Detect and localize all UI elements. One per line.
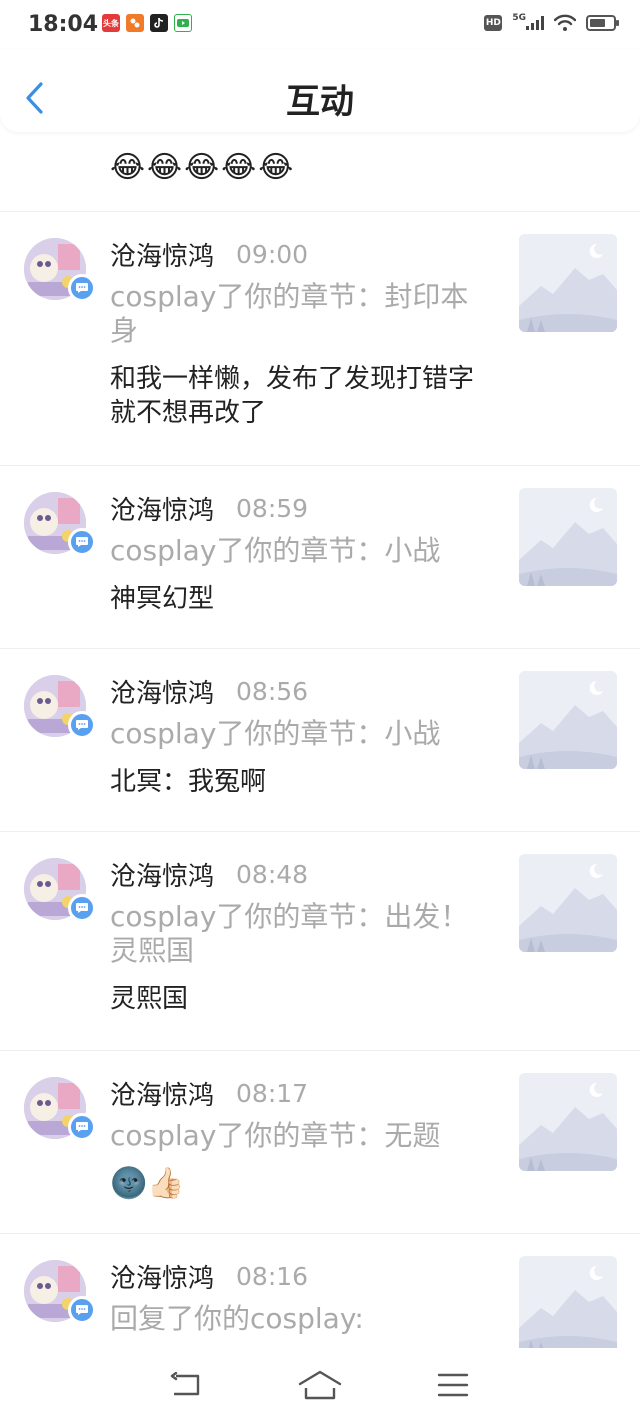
chapter-thumbnail[interactable] — [519, 854, 617, 952]
avatar[interactable] — [24, 1260, 96, 1330]
list-item[interactable]: 沧海惊鸿 08:48 cosplay了你的章节：出发！灵熙国 灵熙国 — [0, 832, 640, 1051]
avatar[interactable] — [24, 238, 96, 308]
timestamp: 08:16 — [236, 1261, 309, 1291]
tiktok-icon — [150, 14, 168, 32]
header: 互动 — [0, 50, 640, 132]
username[interactable]: 沧海惊鸿 — [110, 673, 214, 710]
wifi-icon — [554, 14, 576, 31]
activity-description: cosplay了你的章节：封印本身 — [110, 280, 469, 347]
hd-badge: HD — [484, 15, 503, 31]
comment-text: 😂😂😂😂😂 — [110, 150, 296, 185]
timestamp: 08:59 — [236, 493, 309, 523]
avatar[interactable] — [24, 1077, 96, 1147]
comment-badge-icon — [68, 894, 96, 922]
home-icon — [298, 1370, 342, 1400]
status-time: 18:04 — [28, 12, 99, 37]
timestamp: 09:00 — [236, 239, 309, 269]
interaction-feed[interactable]: 😂😂😂😂😂 沧海惊鸿 09:00 cosplay了你的章节：封印本身 和我一样懒… — [0, 132, 640, 1348]
comment-text: 北冥：我冤啊 — [110, 767, 267, 797]
nav-home-button[interactable] — [295, 1365, 345, 1405]
avatar[interactable] — [24, 858, 96, 928]
comment-text: 灵熙国 — [110, 984, 189, 1014]
avatar[interactable] — [24, 675, 96, 745]
nav-back-button[interactable] — [162, 1365, 212, 1405]
username[interactable]: 沧海惊鸿 — [110, 236, 214, 273]
status-indicators: HD 5G — [484, 13, 619, 32]
timestamp: 08:56 — [236, 676, 309, 706]
timestamp: 08:48 — [236, 859, 309, 889]
comment-badge-icon — [68, 1113, 96, 1141]
list-item[interactable]: 沧海惊鸿 09:00 cosplay了你的章节：封印本身 和我一样懒，发布了发现… — [0, 212, 640, 466]
timestamp: 08:17 — [236, 1078, 309, 1108]
page-title: 互动 — [286, 82, 354, 122]
comment-text: 神冥幻型 — [110, 584, 215, 614]
chapter-thumbnail[interactable] — [519, 1073, 617, 1171]
comment-badge-icon — [68, 711, 96, 739]
battery-icon — [586, 15, 619, 31]
comment-badge-icon — [68, 1296, 96, 1324]
activity-description: cosplay了你的章节：无题 — [110, 1119, 441, 1152]
chapter-thumbnail[interactable] — [519, 488, 617, 586]
activity-description: cosplay了你的章节：出发！灵熙国 — [110, 900, 469, 967]
activity-description: cosplay了你的章节：小战 — [110, 534, 441, 567]
nav-menu-button[interactable] — [428, 1365, 478, 1405]
network-type: 5G — [512, 13, 526, 23]
comment-text: 和我一样懒，发布了发现打错字就不想再改了 — [110, 364, 475, 428]
list-item[interactable]: 沧海惊鸿 08:59 cosplay了你的章节：小战 神冥幻型 — [0, 466, 640, 649]
iqiyi-icon — [174, 14, 192, 32]
username[interactable]: 沧海惊鸿 — [110, 1258, 214, 1295]
username[interactable]: 沧海惊鸿 — [110, 1075, 214, 1112]
comment-text: 🌚👍🏻 — [110, 1166, 185, 1201]
signal-icon — [526, 16, 544, 30]
back-arrow-icon — [170, 1372, 199, 1396]
comment-badge-icon — [68, 528, 96, 556]
list-item[interactable]: 沧海惊鸿 08:17 cosplay了你的章节：无题 🌚👍🏻 — [0, 1051, 640, 1234]
status-bar: 18:04 头条 HD 5G — [0, 0, 640, 50]
list-item[interactable]: 😂😂😂😂😂 — [0, 132, 640, 212]
activity-description: cosplay了你的章节：小战 — [110, 717, 441, 750]
username[interactable]: 沧海惊鸿 — [110, 490, 214, 527]
status-app-icons: 头条 — [102, 14, 192, 32]
toutiao-icon: 头条 — [102, 14, 120, 32]
app-orange-icon — [126, 14, 144, 32]
avatar[interactable] — [24, 492, 96, 562]
chapter-thumbnail[interactable] — [519, 671, 617, 769]
activity-description: 回复了你的cosplay: — [110, 1302, 364, 1335]
menu-icon — [438, 1373, 469, 1397]
chapter-thumbnail[interactable] — [519, 1256, 617, 1348]
system-nav-bar — [0, 1348, 640, 1422]
list-item[interactable]: 沧海惊鸿 08:16 回复了你的cosplay: — [0, 1234, 640, 1348]
chapter-thumbnail[interactable] — [519, 234, 617, 332]
username[interactable]: 沧海惊鸿 — [110, 856, 214, 893]
comment-badge-icon — [68, 274, 96, 302]
list-item[interactable]: 沧海惊鸿 08:56 cosplay了你的章节：小战 北冥：我冤啊 — [0, 649, 640, 832]
